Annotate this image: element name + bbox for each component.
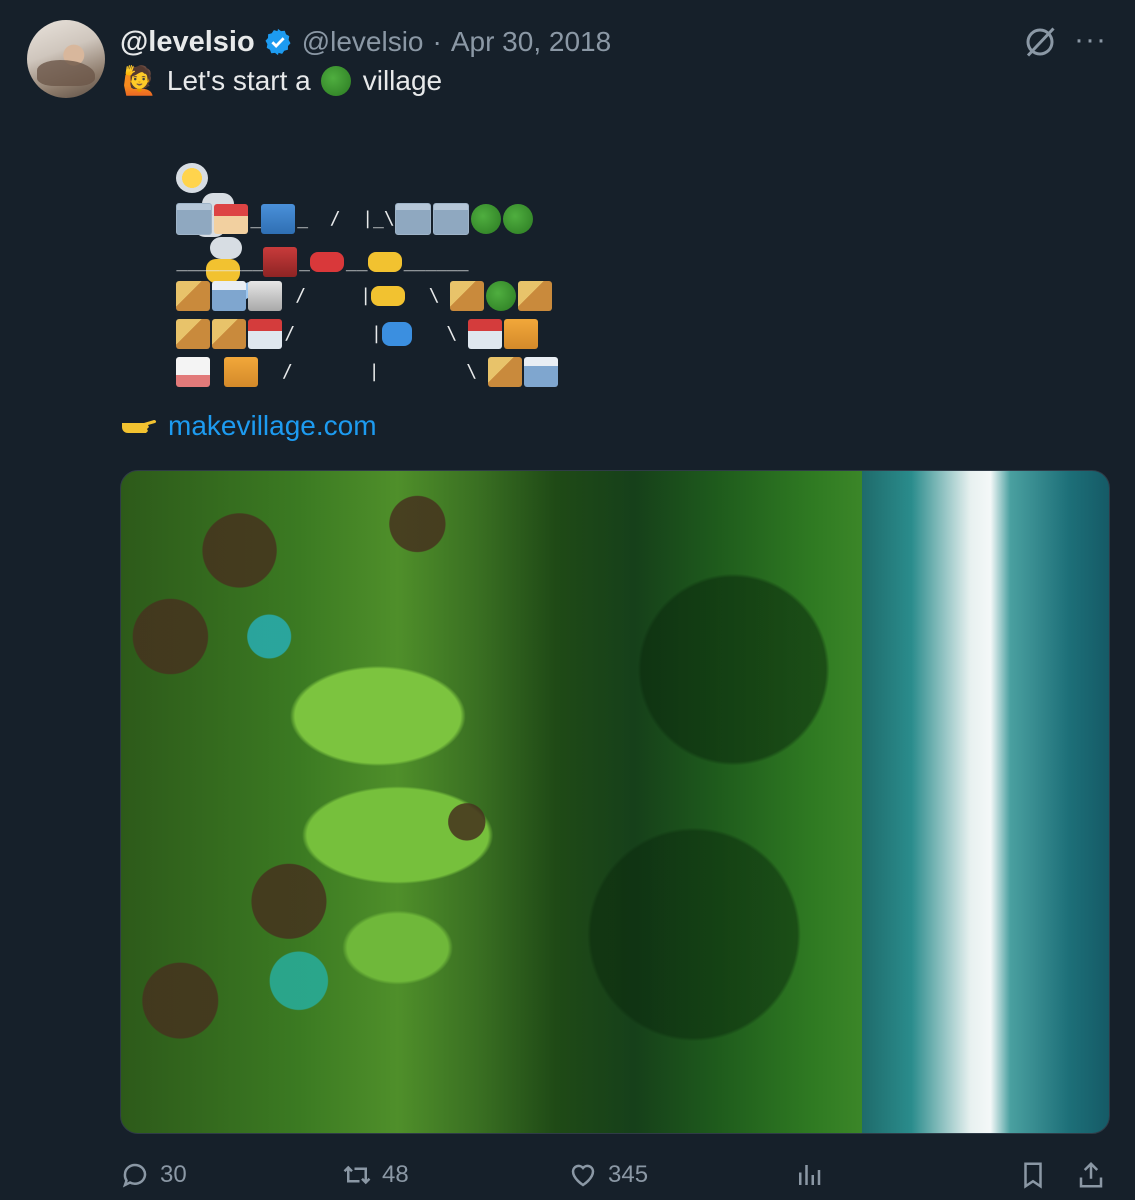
like-count: 345 bbox=[608, 1161, 649, 1188]
verified-badge-icon bbox=[265, 28, 291, 56]
repost-count: 48 bbox=[382, 1161, 409, 1188]
tweet-photo[interactable] bbox=[120, 470, 1110, 1134]
action-bar: 30 48 345 bbox=[120, 1152, 1108, 1200]
display-name[interactable]: @levelsio bbox=[120, 26, 255, 59]
reply-icon bbox=[122, 1163, 147, 1188]
tweet-date[interactable]: Apr 30, 2018 bbox=[451, 26, 611, 58]
tweet-text-before: Let's start a bbox=[166, 64, 311, 96]
separator: · bbox=[432, 26, 442, 57]
like-button[interactable]: 345 bbox=[568, 1160, 648, 1190]
house-icon bbox=[487, 357, 522, 387]
link-row: makevillage.com bbox=[120, 410, 377, 442]
tweet-text: 🙋 Let's start a village bbox=[122, 64, 442, 97]
repost-button[interactable]: 48 bbox=[342, 1160, 409, 1190]
more-icon[interactable]: ··· bbox=[1074, 25, 1108, 55]
reply-button[interactable]: 30 bbox=[120, 1160, 187, 1190]
tweet-text-after: village bbox=[362, 64, 443, 96]
pointing-right-icon bbox=[122, 420, 157, 433]
art-text: / | \ bbox=[260, 361, 488, 382]
views-button[interactable] bbox=[794, 1160, 824, 1190]
tree-icon bbox=[502, 204, 533, 234]
bookmark-button[interactable] bbox=[1018, 1160, 1048, 1190]
tweet-header: @levelsio @levelsio · Apr 30, 2018 bbox=[120, 22, 611, 62]
makevillage-link[interactable]: makevillage.com bbox=[168, 410, 377, 442]
aerial-coast-image bbox=[121, 471, 1109, 1133]
avatar[interactable] bbox=[27, 20, 105, 98]
tree-icon bbox=[470, 204, 501, 234]
grok-icon[interactable] bbox=[1022, 24, 1058, 60]
reply-count: 30 bbox=[160, 1161, 187, 1188]
ascii-village-art: _ _ / |_\ ________ _ __ ______ / | \ / | \ /… bbox=[133, 140, 573, 387]
love-hotel-icon bbox=[523, 357, 558, 387]
raising-hand-icon: 🙋 bbox=[122, 64, 157, 97]
share-icon bbox=[1079, 1161, 1103, 1188]
share-button[interactable] bbox=[1076, 1160, 1106, 1190]
handle[interactable]: @levelsio bbox=[302, 26, 424, 58]
repost-icon bbox=[343, 1165, 371, 1185]
bookmark-icon bbox=[1024, 1162, 1042, 1189]
heart-icon bbox=[571, 1164, 595, 1187]
views-icon bbox=[799, 1165, 821, 1185]
hotel-icon bbox=[224, 357, 259, 387]
wedding-chapel-icon bbox=[176, 357, 211, 387]
tree-icon bbox=[320, 65, 351, 96]
